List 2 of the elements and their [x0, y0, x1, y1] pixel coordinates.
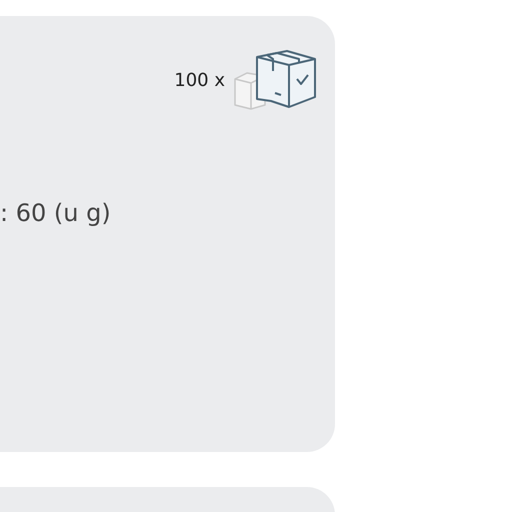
detail-text: : 60 (u g): [0, 199, 112, 227]
quantity-label: 100 x: [174, 70, 225, 90]
